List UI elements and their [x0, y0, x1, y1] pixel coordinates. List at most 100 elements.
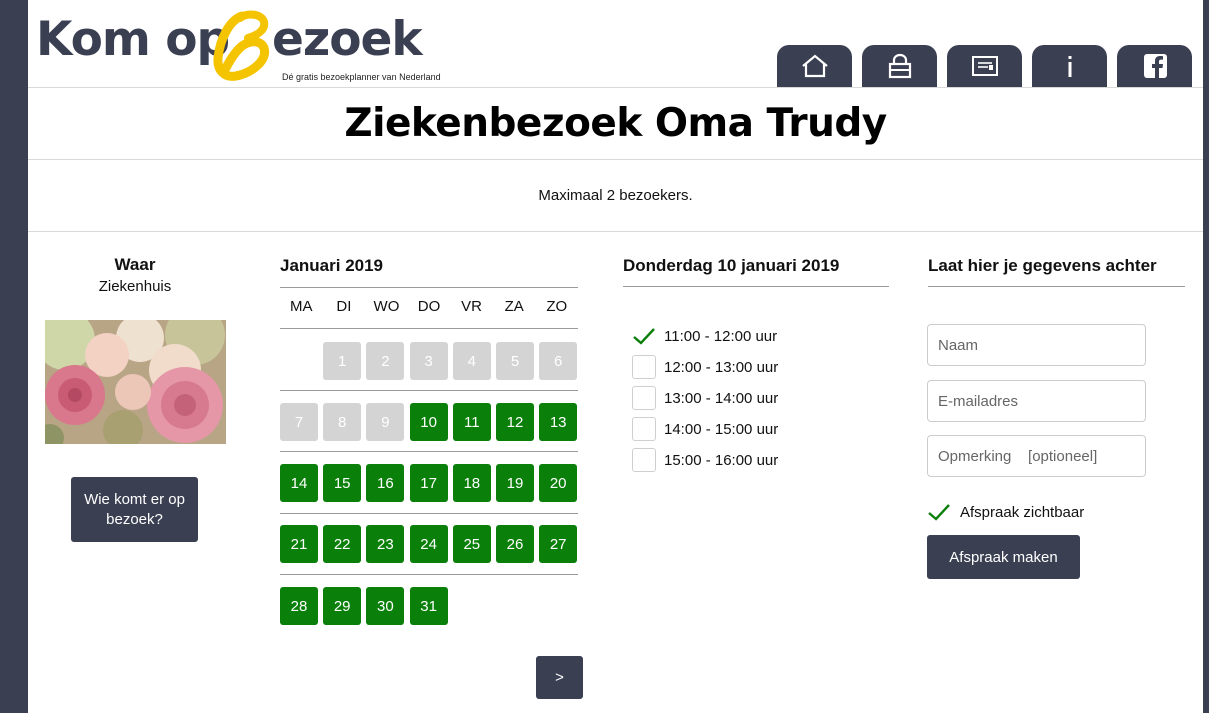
calendar-weekday-header: MA DI WO DO VR ZA ZO — [280, 298, 578, 315]
nav-tabs — [777, 45, 1192, 87]
calendar-day[interactable]: 10 — [409, 403, 448, 441]
info-icon — [1068, 56, 1071, 77]
weekday-label: ZO — [546, 298, 568, 315]
calendar-month: Januari 2019 — [280, 256, 384, 275]
time-slot[interactable]: 11:00 - 12:00 uur — [632, 323, 777, 349]
time-slot-label: 12:00 - 13:00 uur — [664, 358, 779, 376]
logo-tagline: Dé gratis bezoekplanner van Nederland — [282, 72, 441, 82]
logo-text-kom-op: Kom op — [36, 12, 230, 67]
make-appointment-button[interactable]: Afspraak maken — [927, 535, 1080, 579]
info-row: Maximaal 2 bezoekers. — [28, 160, 1203, 232]
time-slot-label: 13:00 - 14:00 uur — [664, 389, 779, 407]
roses-photo — [45, 320, 226, 444]
header: Kom op ezoek Dé gratis bezoekplanner van… — [28, 0, 1203, 88]
time-slot[interactable]: 12:00 - 13:00 uur — [632, 354, 778, 380]
calendar-day[interactable]: 24 — [409, 525, 448, 563]
calendar-divider — [280, 574, 578, 575]
form-heading: Laat hier je gegevens achter — [928, 256, 1157, 275]
nav-tab-lock[interactable] — [862, 45, 937, 87]
calendar-day: 2 — [366, 342, 405, 380]
calendar-day[interactable]: 22 — [323, 525, 362, 563]
calendar-day[interactable]: 12 — [496, 403, 534, 441]
calendar-divider — [280, 328, 578, 329]
weekday-label: WO — [373, 298, 400, 315]
contact-card-icon — [971, 56, 998, 76]
facebook-icon — [1143, 54, 1167, 78]
calendar-day: 1 — [323, 342, 362, 380]
calendar-divider — [280, 390, 578, 391]
time-slot-label: 14:00 - 15:00 uur — [664, 420, 779, 438]
checkmark-icon — [632, 324, 656, 348]
calendar-day: 3 — [409, 342, 448, 380]
calendar-day[interactable]: 14 — [280, 464, 318, 502]
weekday-label: ZA — [504, 298, 524, 315]
calendar-day[interactable]: 13 — [539, 403, 578, 441]
weekday-label: DO — [417, 298, 441, 315]
email-field[interactable] — [927, 380, 1146, 422]
calendar-day: 8 — [323, 403, 362, 441]
nav-tab-facebook[interactable] — [1117, 45, 1192, 87]
nav-tab-contact[interactable] — [947, 45, 1022, 87]
weekday-label: VR — [461, 298, 483, 315]
checkbox — [632, 355, 656, 379]
calendar-day: 9 — [366, 403, 405, 441]
remark-field[interactable] — [927, 435, 1146, 477]
calendar-day[interactable]: 21 — [280, 525, 318, 563]
calendar-day: 7 — [280, 403, 318, 441]
calendar-divider — [280, 451, 578, 452]
logo-b-swirl-icon — [213, 10, 270, 81]
calendar-day: 6 — [539, 342, 578, 380]
page-title: Ziekenbezoek Oma Trudy — [344, 101, 887, 146]
title-row: Ziekenbezoek Oma Trudy — [28, 88, 1203, 160]
nav-tab-info[interactable] — [1032, 45, 1107, 87]
calendar-day[interactable]: 29 — [323, 587, 362, 625]
logo-text-ezoek: ezoek — [272, 12, 423, 67]
calendar-day[interactable]: 26 — [496, 525, 534, 563]
weekday-label: MA — [290, 298, 313, 315]
checkbox — [632, 417, 656, 441]
calendar-divider — [280, 287, 578, 288]
calendar-day: 4 — [452, 342, 491, 380]
time-slot[interactable]: 13:00 - 14:00 uur — [632, 385, 778, 411]
calendar-divider — [280, 513, 578, 514]
time-slot-label: 11:00 - 12:00 uur — [664, 327, 778, 345]
calendar-day[interactable]: 31 — [409, 587, 448, 625]
checkmark-icon — [927, 500, 951, 524]
calendar-day[interactable]: 19 — [496, 464, 534, 502]
calendar-day[interactable]: 25 — [452, 525, 491, 563]
selected-date-heading: Donderdag 10 januari 2019 — [623, 256, 840, 275]
calendar-day[interactable]: 20 — [539, 464, 578, 502]
next-month-button[interactable]: > — [536, 656, 583, 699]
left-border — [0, 0, 28, 713]
time-slot[interactable]: 14:00 - 15:00 uur — [632, 416, 778, 442]
visible-appointment-label: Afspraak zichtbaar — [960, 503, 1085, 521]
visible-appointment-checkbox[interactable]: Afspraak zichtbaar — [927, 500, 1084, 524]
time-slot[interactable]: 15:00 - 16:00 uur — [632, 447, 778, 473]
weekday-label: DI — [336, 298, 352, 315]
home-icon — [801, 54, 828, 78]
calendar-day[interactable]: 17 — [409, 464, 448, 502]
checkbox — [632, 448, 656, 472]
who-visits-button[interactable]: Wie komt er op bezoek? — [71, 477, 198, 542]
calendar-day[interactable]: 15 — [323, 464, 362, 502]
time-slot-label: 15:00 - 16:00 uur — [664, 451, 779, 469]
checkbox — [632, 386, 656, 410]
nav-tab-home[interactable] — [777, 45, 852, 87]
name-field[interactable] — [927, 324, 1146, 366]
calendar-day: 5 — [496, 342, 534, 380]
lock-icon — [888, 53, 911, 79]
max-visitors-text: Maximaal 2 bezoekers. — [538, 187, 693, 204]
calendar-day[interactable]: 16 — [366, 464, 405, 502]
location-section: Waar Ziekenhuis — [40, 255, 230, 295]
calendar-day[interactable]: 11 — [452, 403, 491, 441]
location-heading: Waar — [114, 255, 156, 274]
form-divider — [928, 286, 1185, 287]
calendar-day[interactable]: 23 — [366, 525, 405, 563]
calendar-day[interactable]: 30 — [366, 587, 405, 625]
calendar-day[interactable]: 28 — [280, 587, 318, 625]
logo[interactable]: Kom op ezoek Dé gratis bezoekplanner van… — [36, 6, 506, 84]
location-place: Ziekenhuis — [98, 278, 172, 295]
calendar-day[interactable]: 18 — [452, 464, 491, 502]
calendar-day[interactable]: 27 — [539, 525, 578, 563]
right-border — [1203, 0, 1209, 713]
